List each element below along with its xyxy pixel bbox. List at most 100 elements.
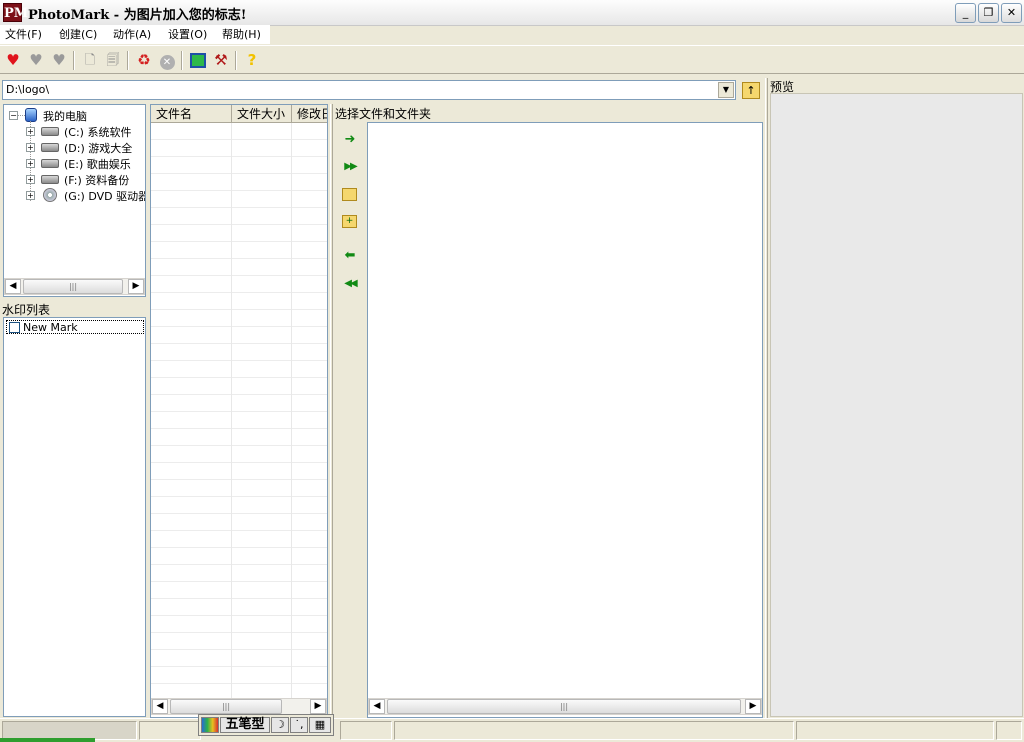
toolbar-separator xyxy=(235,51,237,70)
folder-up-icon[interactable]: ↑ xyxy=(742,82,760,99)
drive-icon xyxy=(41,143,59,152)
ime-punctuation-icon[interactable]: ˙, xyxy=(290,717,308,733)
document-add-icon[interactable]: 🗋 xyxy=(80,51,100,70)
scroll-right-icon[interactable]: ▶ xyxy=(745,699,761,714)
watermark-checkbox[interactable] xyxy=(9,322,20,333)
drive-icon xyxy=(41,127,59,136)
splitter[interactable] xyxy=(765,78,768,718)
watermark-list[interactable]: New Mark xyxy=(3,317,146,717)
drive-letter: (D:) xyxy=(64,142,85,155)
drive-name: 系统软件 xyxy=(87,126,132,139)
window-title: PhotoMark - 为图片加入您的标志! xyxy=(28,8,247,23)
scroll-left-icon[interactable]: ◀ xyxy=(369,699,385,714)
watermark-label[interactable]: New Mark xyxy=(23,321,78,334)
minimize-button[interactable]: _ xyxy=(955,3,976,23)
cd-drive-icon xyxy=(43,188,57,202)
menu-create[interactable]: 创建(C) xyxy=(59,26,97,42)
window-icon[interactable] xyxy=(188,51,208,70)
ime-toolbar[interactable]: 五笔型 ☽ ˙, ▦ xyxy=(198,714,334,736)
toolbar: ♥ ♥ ♥ 🗋 🗐 ♻ ✕ ⚒ ? xyxy=(0,45,1024,74)
scroll-thumb[interactable]: ||| xyxy=(23,279,123,294)
preview-panel xyxy=(770,93,1023,717)
column-modified[interactable]: 修改日期 xyxy=(292,105,327,123)
heart-icon[interactable]: ♥ xyxy=(3,51,23,70)
column-filename[interactable]: 文件名 xyxy=(151,105,232,123)
status-cell xyxy=(340,721,392,740)
drive-name: 资料备份 xyxy=(85,174,130,187)
selected-files-list[interactable] xyxy=(367,122,763,718)
add-subfolders-icon[interactable]: + xyxy=(342,215,357,228)
menu-bar: 文件(F) 创建(C) 动作(A) 设置(O) 帮助(H) xyxy=(0,25,270,44)
tree-line xyxy=(18,115,25,116)
ime-name: 五笔型 xyxy=(225,717,265,732)
heart-broken-icon[interactable]: ♥ xyxy=(49,51,69,70)
add-all-arrow-icon[interactable]: ▶▶ xyxy=(341,159,359,175)
restore-button[interactable]: ❐ xyxy=(978,3,999,23)
column-divider xyxy=(291,123,292,701)
expand-icon[interactable]: + xyxy=(26,191,35,200)
taskbar-edge xyxy=(0,738,95,742)
help-icon[interactable]: ? xyxy=(242,51,262,70)
scroll-thumb[interactable]: ||| xyxy=(170,699,282,714)
expand-icon[interactable]: + xyxy=(26,127,35,136)
drive-name: 游戏大全 xyxy=(88,142,133,155)
close-button[interactable]: ✕ xyxy=(1001,3,1022,23)
scroll-right-icon[interactable]: ▶ xyxy=(310,699,326,714)
scroll-thumb[interactable]: ||| xyxy=(387,699,741,714)
status-cell xyxy=(996,721,1022,740)
drive-letter: (E:) xyxy=(64,158,84,171)
path-value[interactable]: D:\logo\ xyxy=(6,83,49,96)
menu-settings[interactable]: 设置(O) xyxy=(168,26,207,42)
collapse-icon[interactable]: − xyxy=(9,111,18,120)
menu-file[interactable]: 文件(F) xyxy=(5,26,42,42)
heart-gray-icon[interactable]: ♥ xyxy=(26,51,46,70)
status-bar xyxy=(0,718,1024,742)
drive-icon xyxy=(41,175,59,184)
file-list-header: 文件名 文件大小 修改日期 xyxy=(151,105,327,123)
menu-help[interactable]: 帮助(H) xyxy=(222,26,261,42)
document-copy-icon[interactable]: 🗐 xyxy=(103,51,123,70)
scroll-right-icon[interactable]: ▶ xyxy=(128,279,144,294)
status-cell xyxy=(796,721,994,740)
app-icon: PM xyxy=(3,3,28,22)
tree-root-label: 我的电脑 xyxy=(43,110,87,123)
file-list[interactable]: 文件名 文件大小 修改日期 xyxy=(150,104,328,718)
drive-name: DVD 驱动器 xyxy=(88,190,146,203)
scroll-left-icon[interactable]: ◀ xyxy=(5,279,21,294)
status-cell xyxy=(394,721,794,740)
tree-horizontal-scrollbar[interactable]: ◀ ||| ▶ xyxy=(4,278,145,295)
scroll-left-icon[interactable]: ◀ xyxy=(152,699,168,714)
column-divider xyxy=(231,123,232,701)
remove-all-arrow-icon[interactable]: ◀◀ xyxy=(341,276,359,292)
selection-label: 选择文件和文件夹 xyxy=(335,107,432,121)
tools-icon[interactable]: ⚒ xyxy=(211,51,231,70)
drive-name: 歌曲娱乐 xyxy=(86,158,131,171)
drive-letter: (F:) xyxy=(64,174,82,187)
watermark-item[interactable]: New Mark xyxy=(6,320,144,334)
toolbar-separator xyxy=(181,51,183,70)
file-list-horizontal-scrollbar[interactable]: ◀ ||| ▶ xyxy=(151,698,327,715)
recycle-icon[interactable]: ♻ xyxy=(134,51,154,70)
cancel-icon[interactable]: ✕ xyxy=(157,51,177,70)
expand-icon[interactable]: + xyxy=(26,159,35,168)
drive-letter: (G:) xyxy=(64,190,85,203)
status-cell xyxy=(139,721,201,740)
drive-icon xyxy=(41,159,59,168)
expand-icon[interactable]: + xyxy=(26,143,35,152)
remove-arrow-icon[interactable]: ⬅ xyxy=(341,248,359,264)
add-arrow-icon[interactable]: ➜ xyxy=(341,132,359,148)
menu-action[interactable]: 动作(A) xyxy=(113,26,151,42)
folder-tree[interactable]: − 我的电脑 + (C:) 系统软件 + (D:) 游戏大全 + (E:) 歌曲… xyxy=(3,104,146,297)
expand-icon[interactable]: + xyxy=(26,175,35,184)
ime-mode-button[interactable]: 五笔型 xyxy=(220,717,270,733)
path-combobox[interactable]: D:\logo\ ▼ xyxy=(2,80,736,100)
ime-logo-icon[interactable] xyxy=(201,717,219,733)
chevron-down-icon[interactable]: ▼ xyxy=(718,82,734,98)
splitter[interactable] xyxy=(330,104,333,718)
file-list-rows[interactable] xyxy=(151,123,327,701)
selection-horizontal-scrollbar[interactable]: ◀ ||| ▶ xyxy=(368,698,762,715)
column-filesize[interactable]: 文件大小 xyxy=(232,105,292,123)
add-folder-icon[interactable] xyxy=(342,188,357,201)
ime-fullwidth-icon[interactable]: ☽ xyxy=(271,717,289,733)
keyboard-icon[interactable]: ▦ xyxy=(309,717,331,733)
